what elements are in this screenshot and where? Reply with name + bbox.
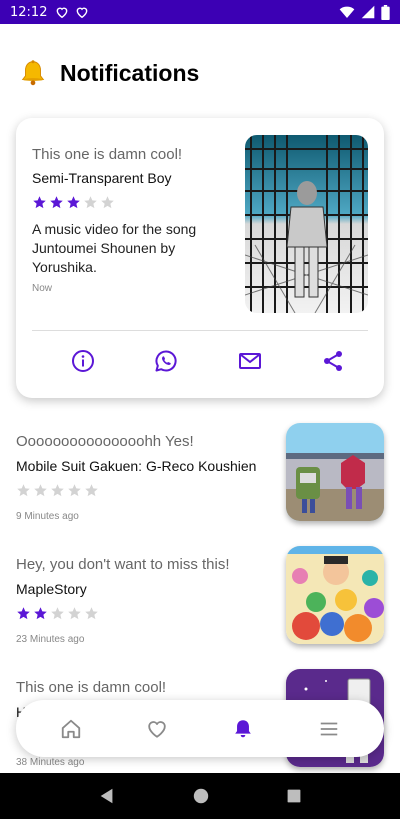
email-button[interactable] xyxy=(237,348,263,374)
home-circle-icon[interactable] xyxy=(192,787,210,805)
star-empty-icon xyxy=(34,484,47,497)
star-filled-icon xyxy=(33,196,46,209)
info-icon xyxy=(72,350,94,372)
featured-title: Semi-Transparent Boy xyxy=(32,170,172,186)
item-thumbnail[interactable] xyxy=(286,546,384,644)
mail-icon xyxy=(238,353,261,369)
item-time: 9 Minutes ago xyxy=(16,511,79,522)
star-empty-icon xyxy=(85,607,98,620)
recents-icon[interactable] xyxy=(286,788,302,804)
bell-emoji-icon xyxy=(21,60,45,86)
home-icon xyxy=(61,719,81,738)
star-empty-icon xyxy=(51,484,64,497)
nav-favorites[interactable] xyxy=(143,715,171,743)
featured-intro: This one is damn cool! xyxy=(32,146,183,163)
page-title: Notifications xyxy=(60,59,200,86)
star-empty-icon xyxy=(51,607,64,620)
item-title: MapleStory xyxy=(16,581,87,597)
info-button[interactable] xyxy=(70,348,96,374)
signal-icon xyxy=(361,5,375,19)
heart-outline-icon xyxy=(77,7,88,19)
star-empty-icon xyxy=(68,484,81,497)
star-filled-icon xyxy=(17,607,30,620)
status-bar: 12:12 xyxy=(0,0,400,24)
item-intro: This one is damn cool! xyxy=(16,679,167,696)
share-icon xyxy=(323,351,342,371)
bell-icon xyxy=(235,719,251,737)
item-title: Mobile Suit Gakuen: G-Reco Koushien xyxy=(16,458,257,474)
featured-rating xyxy=(32,195,115,210)
heart-outline-icon xyxy=(57,7,68,19)
nav-home[interactable] xyxy=(57,715,85,743)
item-intro: Ooooooooooooooohh Yes! xyxy=(16,433,194,450)
featured-time: Now xyxy=(32,283,53,294)
page-header: Notifications xyxy=(18,58,199,88)
item-time: 23 Minutes ago xyxy=(16,634,85,645)
star-filled-icon xyxy=(34,607,47,620)
star-empty-icon xyxy=(68,607,81,620)
featured-divider xyxy=(32,330,368,331)
item-intro: Hey, you don't want to miss this! xyxy=(16,556,230,573)
wifi-icon xyxy=(339,6,355,19)
menu-icon xyxy=(320,722,338,735)
system-navigation-bar xyxy=(0,773,400,819)
item-time: 38 Minutes ago xyxy=(16,757,85,768)
whatsapp-button[interactable] xyxy=(153,348,179,374)
list-item[interactable]: Hey, you don't want to miss this! MapleS… xyxy=(16,546,384,646)
star-empty-icon xyxy=(85,484,98,497)
featured-cover-image[interactable] xyxy=(245,135,368,313)
star-empty-icon xyxy=(84,196,97,209)
back-icon[interactable] xyxy=(98,787,116,805)
star-empty-icon xyxy=(17,484,30,497)
featured-description: A music video for the song Juntoumei Sho… xyxy=(32,221,197,275)
bottom-navigation xyxy=(16,700,384,757)
status-time: 12:12 xyxy=(10,4,48,20)
featured-actions xyxy=(32,348,368,374)
star-empty-icon xyxy=(101,196,114,209)
nav-menu[interactable] xyxy=(315,715,343,743)
star-filled-icon xyxy=(67,196,80,209)
list-item[interactable]: Ooooooooooooooohh Yes! Mobile Suit Gakue… xyxy=(16,423,384,523)
share-button[interactable] xyxy=(320,348,346,374)
item-thumbnail[interactable] xyxy=(286,423,384,521)
star-filled-icon xyxy=(50,196,63,209)
item-rating xyxy=(16,606,99,621)
nav-notifications[interactable] xyxy=(229,715,257,743)
item-rating xyxy=(16,483,99,498)
whatsapp-icon xyxy=(155,350,177,372)
featured-notification-card[interactable]: This one is damn cool! Semi-Transparent … xyxy=(16,118,384,398)
battery-icon xyxy=(381,4,390,20)
heart-icon xyxy=(148,720,166,738)
